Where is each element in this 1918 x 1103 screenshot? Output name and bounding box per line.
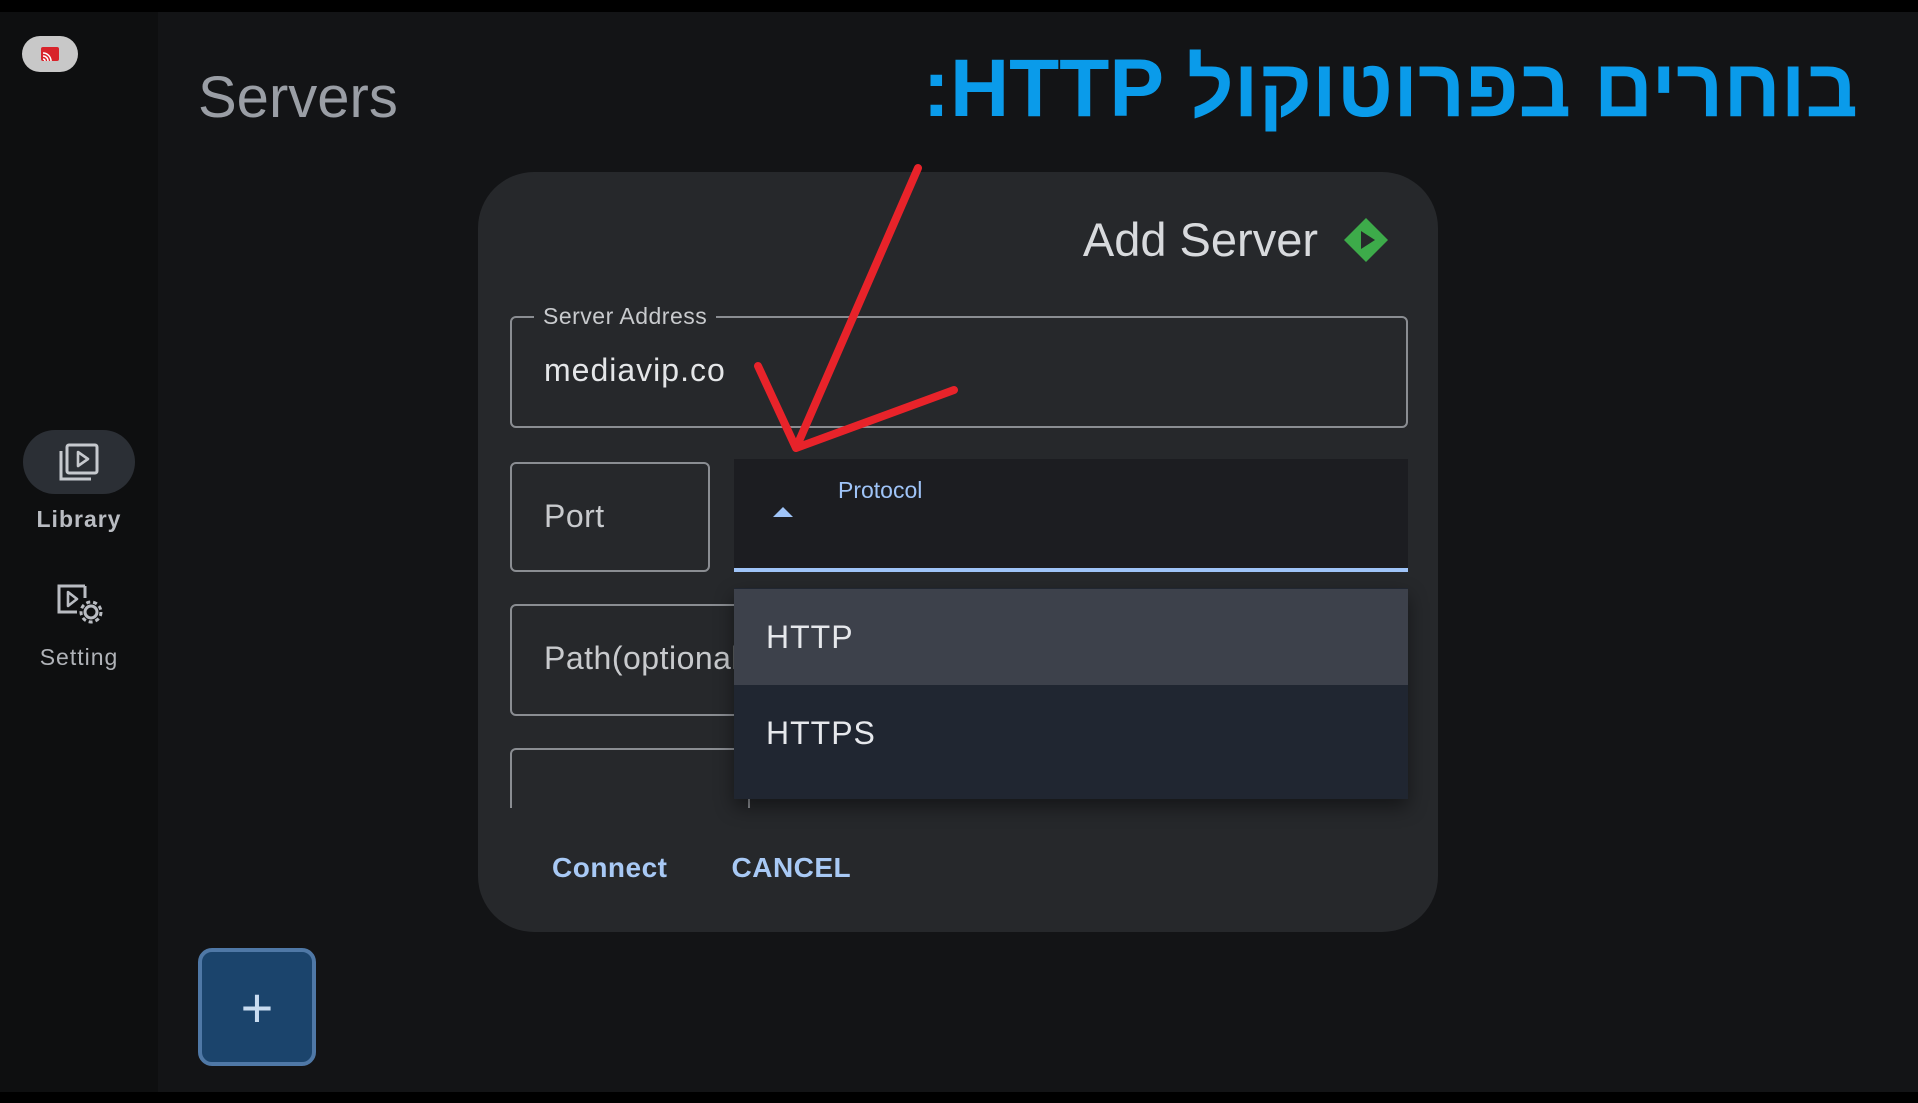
nav-item-library[interactable]: Library bbox=[0, 430, 158, 533]
annotation-caption: בוחרים בפרוטוקול HTTP: bbox=[922, 43, 1858, 134]
protocol-option-http[interactable]: HTTP bbox=[734, 589, 1408, 685]
port-placeholder: Port bbox=[544, 498, 605, 534]
cancel-button[interactable]: CANCEL bbox=[732, 852, 852, 884]
cast-icon bbox=[41, 47, 59, 62]
port-field[interactable]: Port bbox=[510, 462, 710, 572]
server-address-value: mediavip.co bbox=[544, 352, 726, 388]
library-play-icon bbox=[59, 443, 99, 481]
green-diamond-play-icon bbox=[1344, 217, 1388, 262]
path-placeholder: Path(optional) bbox=[544, 640, 750, 676]
nav-active-indicator bbox=[23, 430, 135, 494]
path-field[interactable]: Path(optional) bbox=[510, 604, 750, 716]
add-server-fab[interactable]: + bbox=[198, 948, 316, 1066]
protocol-options-menu: HTTP HTTPS bbox=[734, 588, 1408, 799]
nav-label-setting: Setting bbox=[39, 644, 119, 670]
dialog-header: Add Server bbox=[1083, 212, 1390, 267]
nav-label-library: Library bbox=[36, 506, 122, 532]
server-address-label: Server Address bbox=[534, 303, 717, 330]
protocol-select[interactable]: Protocol bbox=[734, 459, 1408, 572]
nav-item-setting[interactable]: Setting bbox=[0, 570, 158, 671]
protocol-label: Protocol bbox=[838, 477, 923, 503]
dialog-actions: Connect CANCEL bbox=[552, 852, 851, 884]
dropdown-arrow-up-icon bbox=[772, 505, 794, 523]
add-server-dialog: Add Server Server Address mediavip.co Po… bbox=[478, 172, 1438, 932]
page-title: Servers bbox=[198, 65, 398, 130]
app-screen: Library Setting Servers בוחרים בפרוטוקול… bbox=[0, 12, 1918, 1092]
connect-button[interactable]: Connect bbox=[552, 852, 668, 884]
hidden-field[interactable] bbox=[510, 748, 750, 808]
video-settings-icon bbox=[57, 584, 103, 624]
dialog-title: Add Server bbox=[1082, 213, 1318, 266]
server-address-field[interactable]: Server Address mediavip.co bbox=[510, 303, 1408, 428]
nav-rail: Library Setting bbox=[0, 12, 158, 1092]
cast-button[interactable] bbox=[22, 36, 78, 72]
protocol-option-https[interactable]: HTTPS bbox=[734, 685, 1408, 781]
